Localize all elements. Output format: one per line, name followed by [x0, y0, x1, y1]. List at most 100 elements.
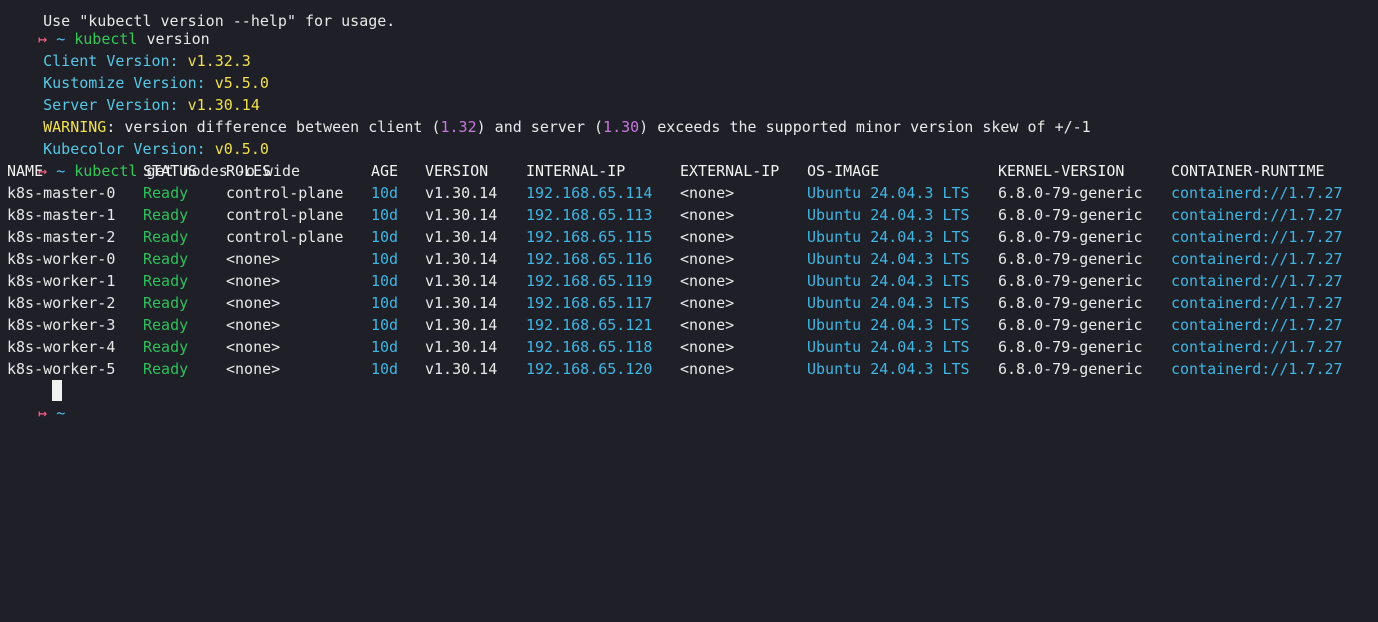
node-external-ip: <none>: [680, 228, 735, 246]
node-age: 10d: [371, 316, 399, 334]
node-version: v1.30.14: [425, 316, 498, 334]
node-name: k8s-worker-2: [7, 294, 116, 312]
node-container-runtime: containerd://1.7.27: [1171, 360, 1343, 378]
node-age: 10d: [371, 360, 399, 378]
node-internal-ip: 192.168.65.118: [526, 338, 653, 356]
node-name: k8s-worker-5: [7, 360, 116, 378]
terminal-window[interactable]: Use "kubectl version --help" for usage. …: [0, 0, 1378, 427]
node-status: Ready: [143, 206, 189, 224]
node-container-runtime: containerd://1.7.27: [1171, 184, 1343, 202]
node-container-runtime: containerd://1.7.27: [1171, 272, 1343, 290]
command-kubectl: kubectl: [74, 162, 138, 180]
node-os-image: Ubuntu 24.04.3 LTS: [807, 228, 970, 246]
table-row: k8s-worker-3 Ready <none> 10d v1.30.14 1…: [0, 314, 1343, 336]
node-external-ip: <none>: [680, 184, 735, 202]
node-status: Ready: [143, 228, 189, 246]
node-internal-ip: 192.168.65.114: [526, 184, 653, 202]
node-status: Ready: [143, 294, 189, 312]
node-internal-ip: 192.168.65.115: [526, 228, 653, 246]
node-age: 10d: [371, 250, 399, 268]
node-os-image: Ubuntu 24.04.3 LTS: [807, 316, 970, 334]
node-container-runtime: containerd://1.7.27: [1171, 294, 1343, 312]
warning-text-3: ) exceeds the supported minor version sk…: [639, 118, 1091, 136]
node-age: 10d: [371, 184, 399, 202]
node-os-image: Ubuntu 24.04.3 LTS: [807, 250, 970, 268]
node-version: v1.30.14: [425, 184, 498, 202]
node-age: 10d: [371, 228, 399, 246]
node-roles: <none>: [226, 272, 281, 290]
table-row: k8s-worker-2 Ready <none> 10d v1.30.14 1…: [0, 292, 1343, 314]
node-age: 10d: [371, 206, 399, 224]
node-external-ip: <none>: [680, 338, 735, 356]
node-roles: <none>: [226, 294, 281, 312]
client-version-line: Client Version: v1.32.3: [7, 28, 251, 70]
header-os-image: OS-IMAGE: [807, 162, 880, 180]
node-version: v1.30.14: [425, 294, 498, 312]
node-name: k8s-master-2: [7, 228, 116, 246]
node-internal-ip: 192.168.65.120: [526, 360, 653, 378]
prompt-line-2: ↦ ~ kubectl get nodes -o wide: [2, 138, 300, 180]
table-row: k8s-worker-1 Ready <none> 10d v1.30.14 1…: [0, 270, 1343, 292]
header-kernel-version: KERNEL-VERSION: [998, 162, 1125, 180]
node-external-ip: <none>: [680, 294, 735, 312]
header-version: VERSION: [425, 162, 489, 180]
node-internal-ip: 192.168.65.113: [526, 206, 653, 224]
prompt-arrow-icon: ↦: [38, 404, 48, 422]
warning-server-version: 1.30: [603, 118, 640, 136]
table-row: k8s-master-2 Ready control-plane 10d v1.…: [0, 226, 1343, 248]
node-name: k8s-worker-4: [7, 338, 116, 356]
node-kernel-version: 6.8.0-79-generic: [998, 316, 1143, 334]
node-status: Ready: [143, 338, 189, 356]
node-version: v1.30.14: [425, 250, 498, 268]
server-version-line: Server Version: v1.30.14: [7, 72, 260, 114]
header-container-runtime: CONTAINER-RUNTIME: [1171, 162, 1325, 180]
node-roles: <none>: [226, 250, 281, 268]
node-container-runtime: containerd://1.7.27: [1171, 316, 1343, 334]
node-external-ip: <none>: [680, 250, 735, 268]
node-name: k8s-worker-3: [7, 316, 116, 334]
table-row: k8s-worker-5 Ready <none> 10d v1.30.14 1…: [0, 358, 1343, 380]
node-kernel-version: 6.8.0-79-generic: [998, 294, 1143, 312]
node-roles: control-plane: [226, 228, 344, 246]
node-version: v1.30.14: [425, 338, 498, 356]
header-roles: ROLES: [226, 162, 272, 180]
node-age: 10d: [371, 338, 399, 356]
node-age: 10d: [371, 294, 399, 312]
node-container-runtime: containerd://1.7.27: [1171, 250, 1343, 268]
node-kernel-version: 6.8.0-79-generic: [998, 184, 1143, 202]
node-status: Ready: [143, 272, 189, 290]
node-name: k8s-worker-0: [7, 250, 116, 268]
node-version: v1.30.14: [425, 272, 498, 290]
node-os-image: Ubuntu 24.04.3 LTS: [807, 206, 970, 224]
node-kernel-version: 6.8.0-79-generic: [998, 228, 1143, 246]
node-kernel-version: 6.8.0-79-generic: [998, 250, 1143, 268]
node-internal-ip: 192.168.65.117: [526, 294, 653, 312]
header-external-ip: EXTERNAL-IP: [680, 162, 780, 180]
node-name: k8s-master-1: [7, 206, 116, 224]
node-roles: <none>: [226, 338, 281, 356]
header-internal-ip: INTERNAL-IP: [526, 162, 626, 180]
node-kernel-version: 6.8.0-79-generic: [998, 206, 1143, 224]
node-status: Ready: [143, 360, 189, 378]
node-version: v1.30.14: [425, 360, 498, 378]
warning-client-version: 1.32: [440, 118, 477, 136]
prompt-tilde: ~: [56, 162, 66, 180]
node-version: v1.30.14: [425, 206, 498, 224]
node-age: 10d: [371, 272, 399, 290]
node-status: Ready: [143, 184, 189, 202]
node-status: Ready: [143, 250, 189, 268]
kubecolor-version-line: Kubecolor Version: v0.5.0: [7, 116, 269, 158]
node-name: k8s-master-0: [7, 184, 116, 202]
node-kernel-version: 6.8.0-79-generic: [998, 272, 1143, 290]
node-os-image: Ubuntu 24.04.3 LTS: [807, 338, 970, 356]
header-status: STATUS: [143, 162, 198, 180]
node-os-image: Ubuntu 24.04.3 LTS: [807, 184, 970, 202]
node-os-image: Ubuntu 24.04.3 LTS: [807, 272, 970, 290]
warning-text-2: ) and server (: [476, 118, 604, 136]
node-internal-ip: 192.168.65.119: [526, 272, 653, 290]
node-internal-ip: 192.168.65.121: [526, 316, 653, 334]
node-external-ip: <none>: [680, 316, 735, 334]
table-row: k8s-worker-4 Ready <none> 10d v1.30.14 1…: [0, 336, 1343, 358]
text-cursor: [52, 380, 62, 401]
node-container-runtime: containerd://1.7.27: [1171, 228, 1343, 246]
